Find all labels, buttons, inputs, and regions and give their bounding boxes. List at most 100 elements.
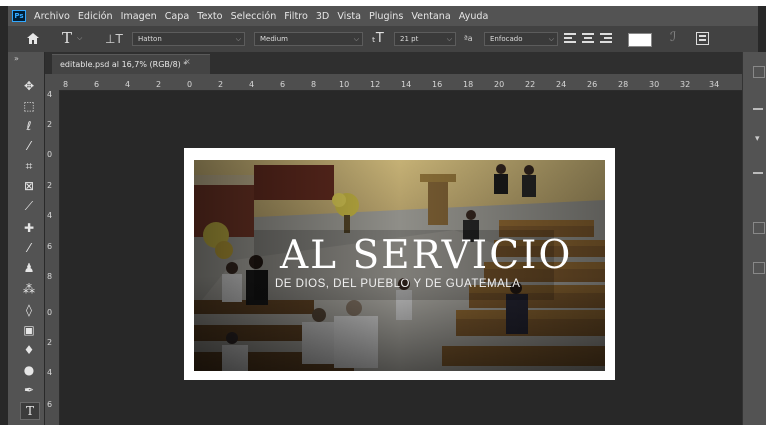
ruler-v-label: 2 xyxy=(47,120,53,129)
menu-imagen[interactable]: Imagen xyxy=(121,11,157,22)
ruler-v-label: 0 xyxy=(47,150,53,159)
align-right-icon[interactable] xyxy=(600,33,612,44)
panel-icon[interactable]: ▾ xyxy=(755,134,760,144)
menu-archivo[interactable]: Archivo xyxy=(34,11,70,22)
ruler-h-label: 2 xyxy=(218,80,224,89)
move-icon[interactable]: ✥ xyxy=(20,78,38,94)
tool-preset-chevron-icon[interactable]: ⌵ xyxy=(77,34,82,43)
font-size-icon: ₜT xyxy=(372,31,384,46)
menu-seleccion[interactable]: Selección xyxy=(231,11,277,22)
font-style-value: Medium xyxy=(260,35,288,43)
panel-toggle-icon[interactable] xyxy=(753,66,765,78)
text-color-swatch[interactable] xyxy=(628,33,652,47)
crop-icon[interactable]: ⌗ xyxy=(20,158,38,174)
menu-plugins[interactable]: Plugins xyxy=(369,11,403,22)
eyedropper-icon[interactable]: ⟋ xyxy=(20,198,38,214)
menu-ayuda[interactable]: Ayuda xyxy=(459,11,489,22)
ruler-h-label: 18 xyxy=(463,80,474,89)
document-tab-title: editable.psd al 16,7% (RGB/8) * xyxy=(60,60,188,69)
antialias-value: Enfocado xyxy=(490,35,523,43)
subtitle-text-layer[interactable]: DE DIOS, DEL PUEBLO Y DE GUATEMALA xyxy=(275,278,520,290)
font-size-select[interactable]: 21 pt ⌵ xyxy=(394,32,456,46)
character-panel-icon[interactable] xyxy=(696,32,709,45)
blur-icon[interactable]: ♦ xyxy=(20,342,38,358)
menu-texto[interactable]: Texto xyxy=(197,11,222,22)
collapse-panel-icon[interactable]: » xyxy=(14,54,19,63)
lasso-icon[interactable]: ℓ xyxy=(20,118,38,134)
eraser-icon[interactable]: ◊ xyxy=(20,302,38,318)
ruler-h-label: 30 xyxy=(649,80,660,89)
warp-text-icon[interactable]: ℐ xyxy=(670,30,676,45)
ruler-v-label: 8 xyxy=(47,272,53,281)
frame-icon[interactable]: ⊠ xyxy=(20,178,38,194)
close-tab-icon[interactable]: × xyxy=(184,57,191,66)
ruler-h-label: 16 xyxy=(432,80,443,89)
document-tab-bar: editable.psd al 16,7% (RGB/8) * xyxy=(8,52,758,75)
ruler-v-label: 6 xyxy=(47,242,53,251)
ruler-v-label: 4 xyxy=(47,211,53,220)
panel-divider xyxy=(753,108,763,110)
headline-text-layer[interactable]: AL SERVICIO xyxy=(280,236,572,276)
panel-icon[interactable] xyxy=(753,262,765,274)
chevron-down-icon: ⌵ xyxy=(353,35,359,43)
healing-icon[interactable]: ✚ xyxy=(20,220,38,236)
menu-capa[interactable]: Capa xyxy=(165,11,190,22)
ruler-h-label: 4 xyxy=(249,80,255,89)
ruler-v-label: 2 xyxy=(47,181,53,190)
ruler-h-label: 26 xyxy=(587,80,598,89)
menu-ventana[interactable]: Ventana xyxy=(411,11,450,22)
panel-icon[interactable] xyxy=(753,222,765,234)
brush-icon[interactable]: ⁄ xyxy=(20,240,38,256)
chevron-down-icon: ⌵ xyxy=(235,35,241,43)
font-family-value: Hatton xyxy=(138,35,162,43)
antialias-select[interactable]: Enfocado ⌵ xyxy=(484,32,558,46)
align-center-icon[interactable] xyxy=(582,33,594,44)
ruler-h-label: 22 xyxy=(525,80,536,89)
menu-filtro[interactable]: Filtro xyxy=(284,11,308,22)
type-icon[interactable]: T xyxy=(20,402,40,420)
dodge-icon[interactable]: ● xyxy=(20,362,38,378)
antialias-icon: ªa xyxy=(464,34,473,43)
ruler-h-label: 28 xyxy=(618,80,629,89)
home-icon[interactable] xyxy=(26,32,40,45)
ruler-h-label: 24 xyxy=(556,80,567,89)
stamp-icon[interactable]: ♟ xyxy=(20,260,38,276)
ruler-h-label: 10 xyxy=(339,80,350,89)
chevron-down-icon: ⌵ xyxy=(548,35,554,43)
menu-vista[interactable]: Vista xyxy=(337,11,361,22)
horizontal-ruler: 8 6 4 2 0 2 4 6 8 10 12 14 16 18 20 22 2… xyxy=(45,74,742,91)
chevron-down-icon: ⌵ xyxy=(446,35,452,43)
magic-wand-icon[interactable]: ⁄ xyxy=(20,138,38,154)
ruler-v-label: 2 xyxy=(47,338,53,347)
ruler-h-label: 2 xyxy=(156,80,162,89)
ruler-h-label: 0 xyxy=(187,80,193,89)
ruler-v-label: 0 xyxy=(47,308,53,317)
type-tool-icon[interactable]: T xyxy=(62,29,72,47)
font-family-select[interactable]: Hatton ⌵ xyxy=(132,32,245,46)
photoshop-logo-icon: Ps xyxy=(12,10,26,22)
font-size-value: 21 pt xyxy=(400,35,419,43)
ruler-h-label: 6 xyxy=(280,80,286,89)
ruler-v-label: 4 xyxy=(47,368,53,377)
ruler-h-label: 14 xyxy=(401,80,412,89)
ruler-v-label: 4 xyxy=(47,90,53,99)
ruler-h-label: 34 xyxy=(709,80,720,89)
menu-3d[interactable]: 3D xyxy=(316,11,330,22)
ruler-h-label: 8 xyxy=(311,80,317,89)
pen-icon[interactable]: ✒ xyxy=(20,382,38,398)
font-style-select[interactable]: Medium ⌵ xyxy=(254,32,363,46)
ruler-v-label: 6 xyxy=(47,400,53,409)
marquee-icon[interactable]: ⬚ xyxy=(20,98,38,114)
history-brush-icon[interactable]: ⁂ xyxy=(20,281,38,297)
right-panel-strip: ▾ xyxy=(742,52,766,425)
gradient-icon[interactable]: ▣ xyxy=(20,322,38,338)
options-bar: T ⌵ ⊥T Hatton ⌵ Medium ⌵ ₜT 21 pt ⌵ ªa E… xyxy=(8,26,758,53)
align-left-icon[interactable] xyxy=(564,33,576,44)
ruler-h-label: 4 xyxy=(125,80,131,89)
ruler-h-label: 32 xyxy=(680,80,691,89)
text-orientation-icon[interactable]: ⊥T xyxy=(105,32,123,46)
menu-bar: Ps Archivo Edición Imagen Capa Texto Sel… xyxy=(8,6,758,26)
ruler-h-label: 6 xyxy=(94,80,100,89)
ruler-h-label: 12 xyxy=(370,80,381,89)
menu-edicion[interactable]: Edición xyxy=(78,11,113,22)
